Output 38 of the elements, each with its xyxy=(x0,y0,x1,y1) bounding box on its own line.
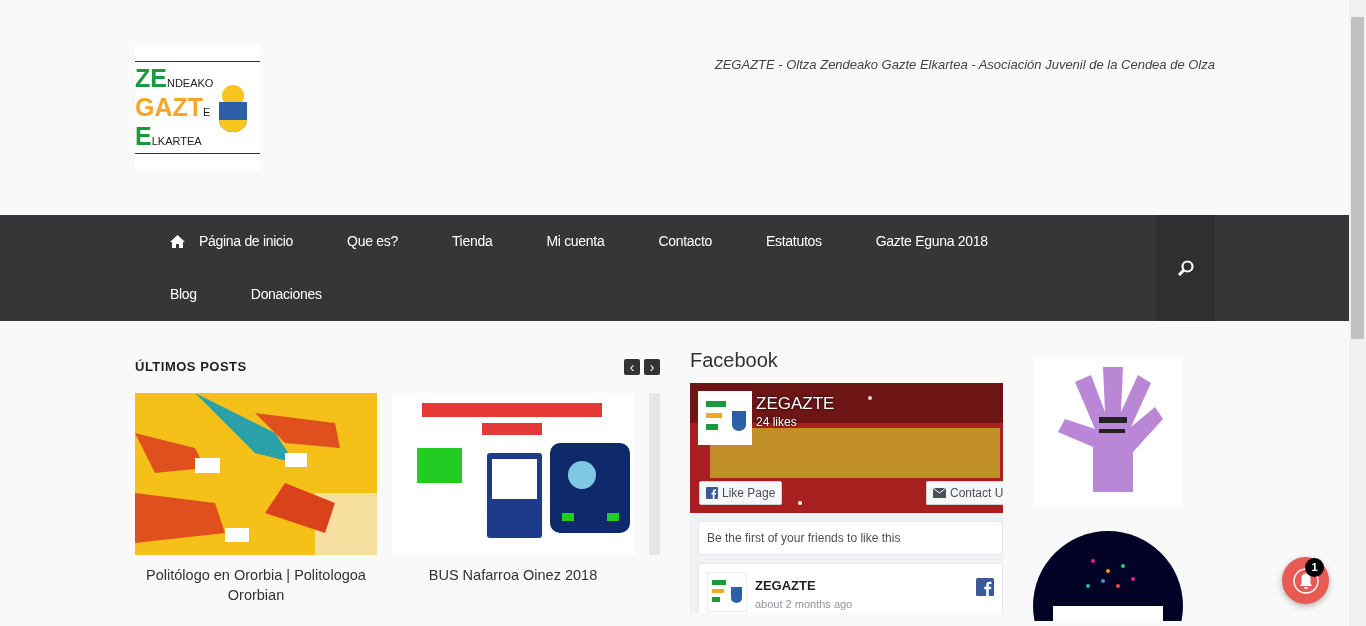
post-title[interactable]: Politólogo en Ororbia | Politologoa Ororbian xyxy=(135,564,377,606)
post-time: about 2 months ago xyxy=(755,596,854,612)
notification-button[interactable] xyxy=(1282,557,1329,604)
nav-link[interactable]: Contacto xyxy=(658,215,713,268)
next-button[interactable]: › xyxy=(644,358,660,375)
nav-link[interactable]: Donaciones xyxy=(250,268,322,321)
nav-link[interactable]: Tienda xyxy=(451,215,493,268)
page-name[interactable]: ZEGAZTE xyxy=(756,391,835,417)
previous-button[interactable]: ‹ xyxy=(624,358,640,375)
contact-button[interactable]: Contact U xyxy=(926,481,1003,505)
search-button[interactable] xyxy=(1156,215,1215,321)
friends-text: Be the first of your friends to like this xyxy=(698,521,1003,555)
nav-link[interactable]: Estatutos xyxy=(766,215,822,268)
post-author[interactable]: ZEGAZTE xyxy=(755,576,968,596)
nav-link[interactable]: Gazte Eguna 2018 xyxy=(875,215,988,268)
nav-link[interactable]: Página de inicio xyxy=(170,215,294,268)
nav-link[interactable]: Que es? xyxy=(347,215,398,268)
facebook-icon xyxy=(976,578,994,597)
scrollbar-thumb[interactable] xyxy=(1351,17,1364,339)
logo-text: ELKARTEA xyxy=(135,124,203,149)
section-title: ÚLTIMOS POSTS xyxy=(135,358,247,376)
mail-icon xyxy=(933,488,946,498)
home-icon xyxy=(170,235,185,248)
logo-text: GAZTE xyxy=(135,95,212,120)
site-tagline: ZEGAZTE - Oltza Zendeako Gazte Elkartea - Asociación Juvenil de la Cendea de Olza xyxy=(714,56,1215,74)
widget-title: Facebook xyxy=(690,348,779,373)
scrollbar[interactable] xyxy=(1349,0,1366,626)
nav-link[interactable]: Mi cuenta xyxy=(546,215,605,268)
page-avatar[interactable] xyxy=(698,391,752,445)
search-icon xyxy=(1176,259,1195,277)
post-title[interactable]: BUS Nafarroa Oinez 2018 xyxy=(392,564,634,585)
likes-count: 24 likes xyxy=(756,414,797,431)
logo-text: ZENDEAKO xyxy=(135,66,214,91)
site-logo[interactable]: ZENDEAKO GAZTE ELKARTEA xyxy=(135,45,260,170)
author-avatar[interactable] xyxy=(707,572,747,612)
nav-link[interactable]: Blog xyxy=(170,268,197,321)
like-page-button[interactable]: Like Page xyxy=(699,481,783,505)
facebook-icon xyxy=(706,487,718,499)
